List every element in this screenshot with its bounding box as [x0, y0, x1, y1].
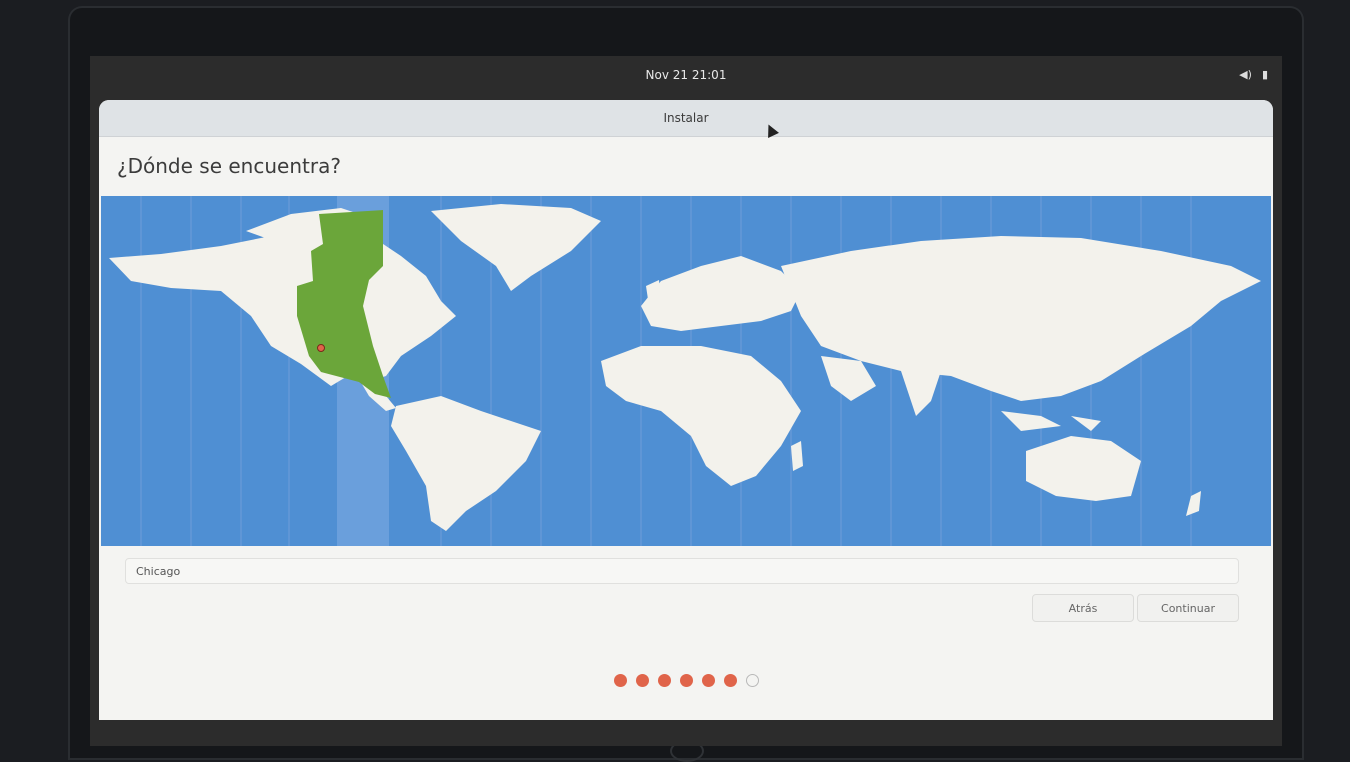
location-field[interactable] — [125, 558, 1239, 584]
installer-window: Instalar ¿Dónde se encuentra? Chicago At… — [99, 100, 1273, 720]
world-map[interactable] — [101, 196, 1271, 546]
progress-dot — [679, 674, 693, 687]
timezone-map[interactable] — [101, 196, 1271, 546]
back-button[interactable]: Atrás — [1032, 594, 1134, 622]
progress-dot — [635, 674, 649, 687]
location-pin-icon[interactable] — [317, 344, 325, 352]
top-bar: Nov 21 21:01 ◀) ▮ — [90, 56, 1282, 94]
page-title: ¿Dónde se encuentra? — [117, 154, 341, 178]
volume-icon[interactable]: ◀) — [1239, 68, 1252, 81]
system-tray[interactable]: ◀) ▮ — [1239, 68, 1268, 81]
progress-dot — [613, 674, 627, 687]
progress-dots — [99, 674, 1273, 687]
screen: Nov 21 21:01 ◀) ▮ Instalar ¿Dónde se enc… — [90, 56, 1282, 746]
window-title: Instalar — [99, 100, 1273, 137]
battery-icon[interactable]: ▮ — [1262, 68, 1268, 81]
progress-dot — [745, 674, 759, 687]
location-input[interactable] — [126, 559, 1238, 583]
progress-dot — [723, 674, 737, 687]
continue-button[interactable]: Continuar — [1137, 594, 1239, 622]
progress-dot — [657, 674, 671, 687]
progress-dot — [701, 674, 715, 687]
continents — [109, 204, 1261, 531]
clock[interactable]: Nov 21 21:01 — [90, 68, 1282, 82]
